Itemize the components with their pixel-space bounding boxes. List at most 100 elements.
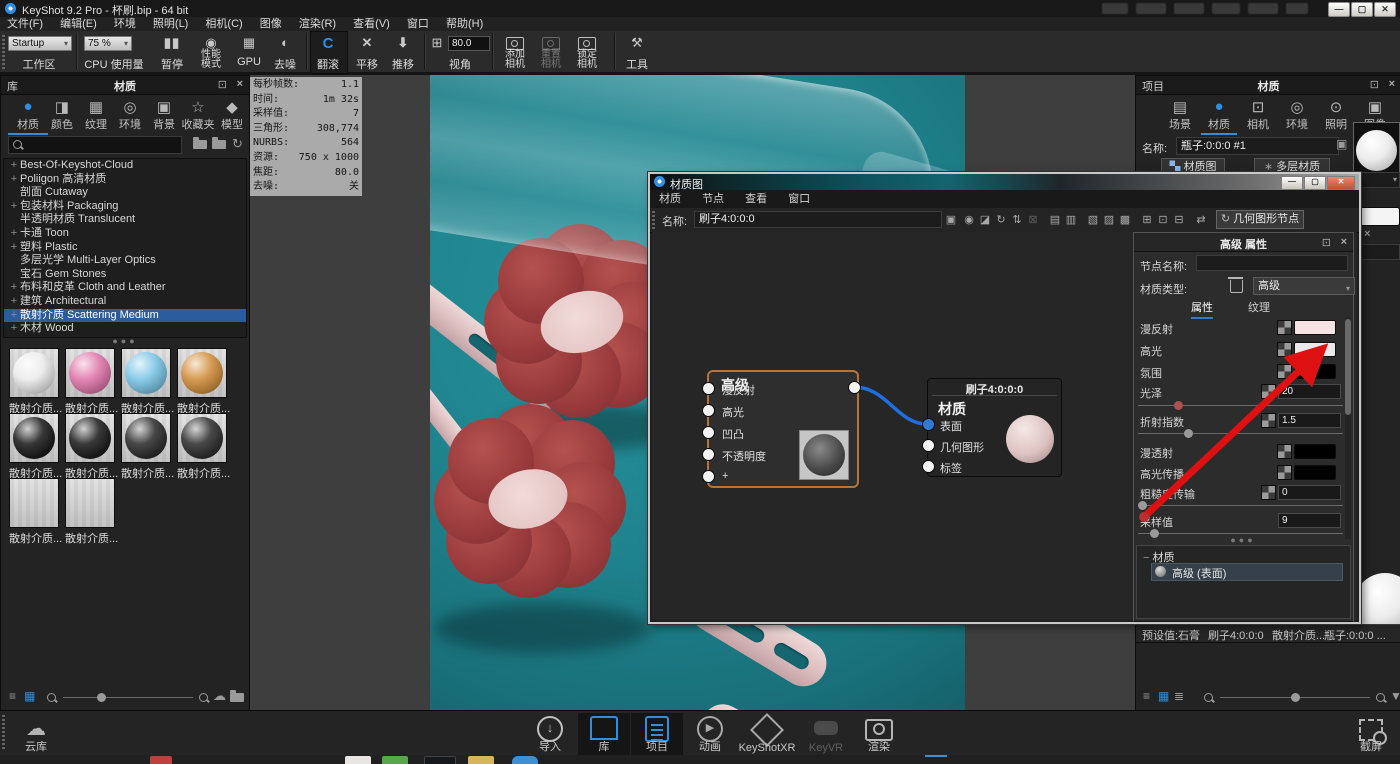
workspace-dropdown[interactable]: Startup▾ [8,36,72,51]
input-port-specular[interactable] [702,404,715,417]
save-material-icon[interactable]: ▣ [1336,137,1347,151]
graph-menu-window[interactable]: 窗口 [788,190,810,208]
material-thumbnail[interactable]: 散射介质... [9,413,57,481]
taskbar-app-icon[interactable] [468,756,494,764]
grid-view-icon[interactable]: ▦ [24,689,35,703]
delete-node-icon[interactable]: ▥ [1064,213,1078,227]
thumbnail-size-handle[interactable] [1291,693,1300,702]
thumbnail-size-handle[interactable] [97,693,106,702]
material-type-dropdown[interactable]: 高级▾ [1253,277,1355,295]
zoom-in-icon[interactable] [1376,693,1385,702]
align-nodes-icon[interactable]: ⇄ [1194,213,1208,227]
pan-icon[interactable]: ✕ [352,35,382,51]
input-port-geometry[interactable] [922,439,935,452]
duplicate-icon[interactable]: ▤ [1048,213,1062,227]
input-port-label[interactable] [922,460,935,473]
tree-item[interactable]: +布料和皮革 Cloth and Leather [4,281,246,295]
scrollbar-thumb[interactable] [1345,319,1351,415]
zoom-100-icon[interactable]: ⊟ [1172,213,1186,227]
menu-file[interactable]: 文件(F) [7,17,43,31]
tab-scene[interactable]: ▤场景 [1160,98,1200,132]
pan-label[interactable]: 平移 [352,56,382,72]
taskbar-app-icon[interactable] [150,756,172,764]
history-icon[interactable]: ↻ [994,213,1008,227]
tab-material[interactable]: ●材质 [1199,98,1239,132]
material-thumbnail[interactable]: 散射介质... [65,478,113,546]
link-material-icon[interactable]: ▧ [1086,213,1100,227]
filter-settings-icon[interactable]: ⇅ [1010,213,1024,227]
partial-field[interactable] [1360,244,1400,260]
gpu-icon[interactable]: ▦ [234,35,264,51]
fov-value-field[interactable]: 80.0 [448,36,490,51]
material-thumbnail[interactable]: 散射介质... [65,413,113,481]
taskbar-app-icon[interactable] [345,756,371,764]
library-toggle-button[interactable]: 库 [578,713,630,757]
menu-image[interactable]: 图像 [260,17,282,31]
tab-models[interactable]: ◆模型 [210,98,254,132]
material-thumbnail[interactable]: 散射介质... [65,348,113,416]
partial-color-swatch[interactable] [1360,207,1400,226]
material-item[interactable]: 刷子4:0:0:0 [1208,627,1264,643]
menu-window[interactable]: 窗口 [407,17,429,31]
tree-item[interactable]: +卡通 Toon [4,227,246,241]
output-port[interactable] [848,381,861,394]
input-port-surface[interactable] [922,418,935,431]
performance-mode-label[interactable]: 性能 模式 [196,50,226,70]
input-port-add[interactable] [702,470,715,483]
refresh-icon[interactable]: ↻ [232,136,243,152]
tree-item[interactable]: +包装材料 Packaging [4,200,246,214]
cloud-library-button[interactable]: ☁ 云库 [10,713,62,755]
cpu-usage-dropdown[interactable]: 75 %▾ [84,36,132,51]
tab-camera[interactable]: ⊡相机 [1238,98,1278,132]
close-window-button[interactable]: ✕ [1374,2,1396,17]
tab-textures[interactable]: 纹理 [1248,299,1270,317]
pause-icon[interactable]: ▮▮ [160,35,184,51]
tools-icon[interactable]: ⚒ [622,35,652,51]
close-icon[interactable]: × [1389,78,1395,90]
undock-icon[interactable]: ⊡ [1322,236,1331,249]
tree-item[interactable]: 宝石 Gem Stones [4,268,246,282]
taskbar-app-icon[interactable] [512,756,538,764]
geometry-node-toggle[interactable]: ↻ 几何图形节点 [1216,210,1304,229]
tab-properties[interactable]: 属性 [1191,299,1213,319]
toolbar-grip[interactable] [2,35,5,69]
tree-item[interactable]: 多层光学 Multi-Layer Optics [4,254,246,268]
tree-item[interactable]: 剖面 Cutaway [4,186,246,200]
panel-splitter[interactable]: ●●● [110,336,140,346]
samples-slider-handle[interactable] [1150,529,1159,538]
tumble-label[interactable]: 翻滚 [310,56,346,72]
close-icon[interactable]: × [237,78,243,90]
menu-help[interactable]: 帮助(H) [446,17,483,31]
material-thumbnail[interactable]: 散射介质... [177,348,225,416]
tree-item[interactable]: +Poliigon 高清材质 [4,173,246,187]
pause-button-label[interactable]: 暂停 [158,56,186,72]
render-preview-icon[interactable]: ◉ [962,213,976,227]
tools-label[interactable]: 工具 [622,56,652,72]
bump-texture-thumbnail[interactable] [799,430,849,480]
tumble-icon[interactable]: C [310,35,346,52]
close-window-button[interactable]: ✕ [1327,176,1355,190]
gpu-label[interactable]: GPU [234,56,264,68]
cloud-upload-icon[interactable]: ☁ [213,688,226,704]
denoise-icon[interactable]: ◐ [270,35,300,50]
taskbar-app-icon[interactable] [382,756,408,764]
lock-camera-label[interactable]: 锁定 相机 [572,50,602,70]
input-port-bump[interactable] [702,426,715,439]
input-port-opacity[interactable] [702,448,715,461]
minimize-window-button[interactable]: — [1281,176,1303,190]
search-input[interactable] [8,136,182,154]
fit-view-icon[interactable]: ⊡ [1156,213,1170,227]
material-item[interactable]: 瓶子:0:0:0 ... [1324,627,1386,643]
menu-view[interactable]: 查看(V) [353,17,390,31]
tree-item[interactable]: +木材 Wood [4,322,246,336]
menu-camera[interactable]: 相机(C) [205,17,242,31]
tab-environment[interactable]: ◎环境 [1277,98,1317,132]
samples-slider[interactable] [1138,533,1343,534]
texture-checker-icon[interactable] [1277,320,1292,335]
split-view-icon[interactable]: ◪ [978,213,992,227]
material-item[interactable]: 散射介质... [1272,627,1325,643]
material-graph-titlebar[interactable]: 材质图 — ▢ ✕ [650,174,1359,190]
grid-view-icon[interactable]: ▦ [1158,689,1169,703]
tab-lighting[interactable]: ⊙照明 [1316,98,1356,132]
menu-edit[interactable]: 编辑(E) [60,17,97,31]
